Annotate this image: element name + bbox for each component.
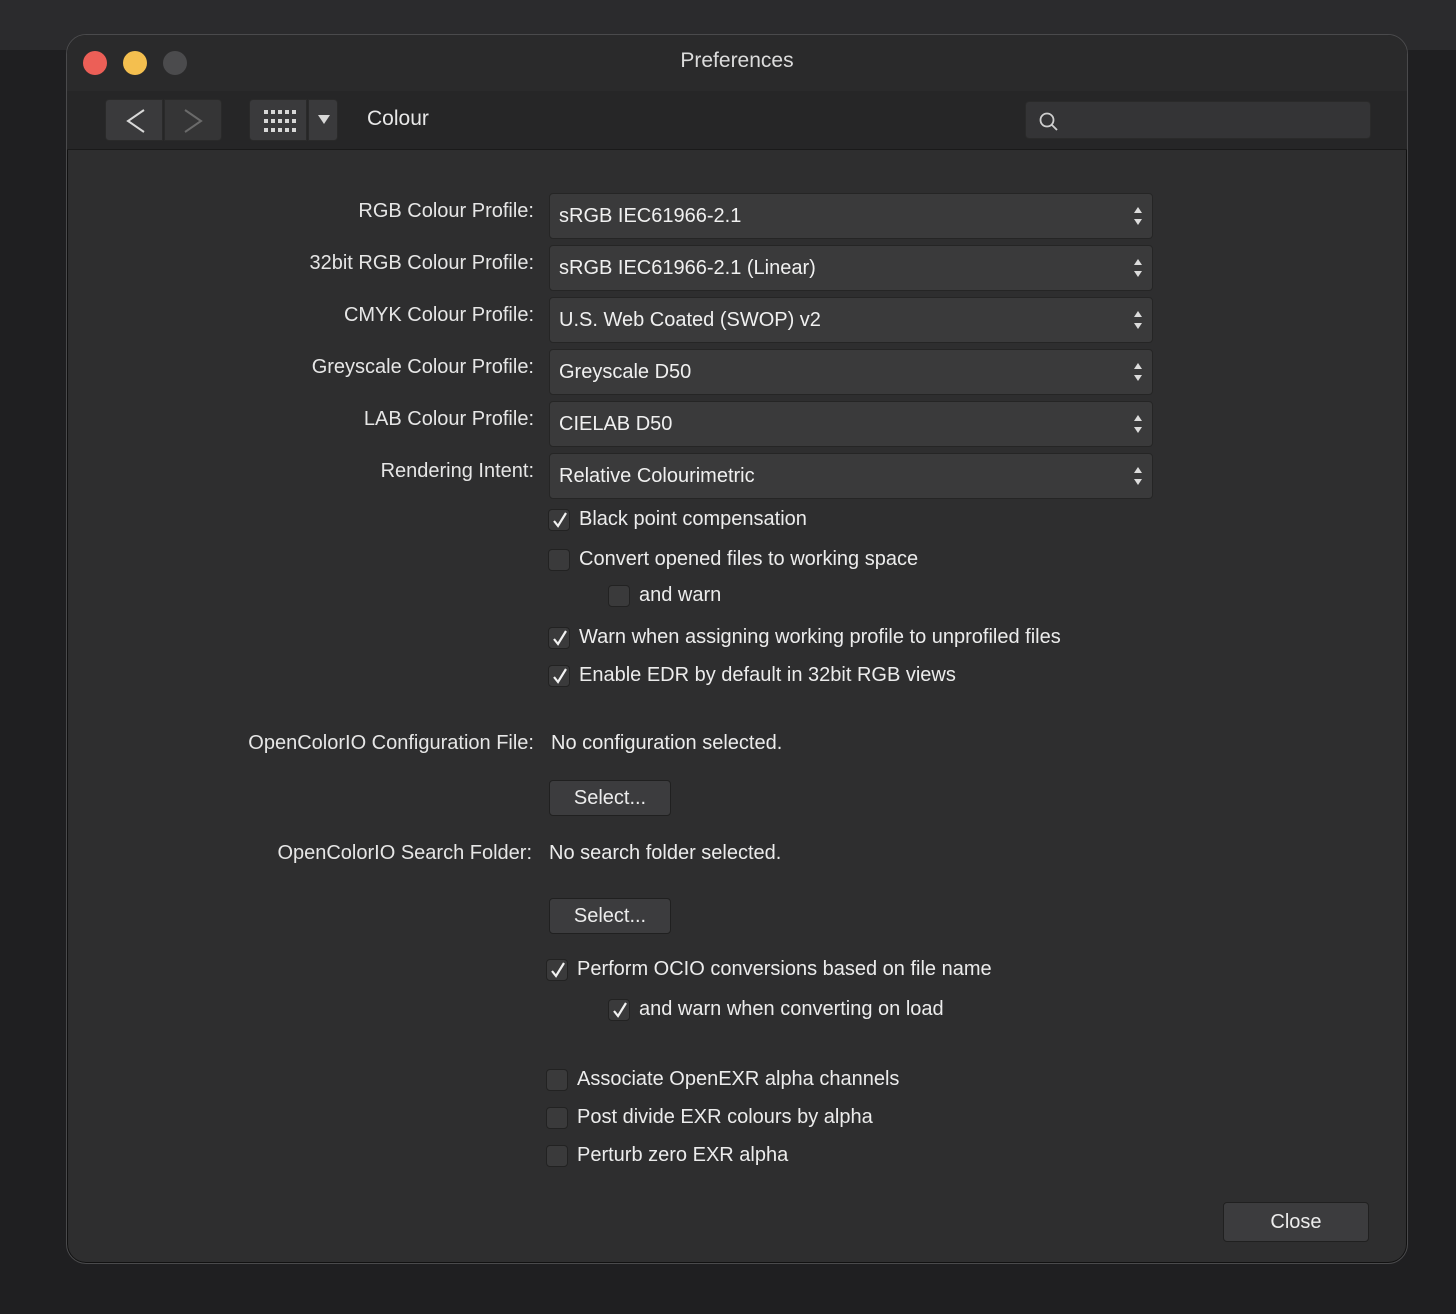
checkmark-icon — [553, 630, 567, 646]
warn-unprofiled-checkbox[interactable] — [548, 627, 570, 649]
post-divide-checkbox[interactable] — [546, 1107, 568, 1129]
show-all-button[interactable] — [249, 99, 307, 141]
stepper-arrows-icon — [1134, 467, 1142, 485]
black-point-label: Black point compensation — [579, 508, 807, 530]
stepper-arrows-icon — [1134, 207, 1142, 225]
and-warn-label: and warn — [639, 584, 722, 606]
rendering-intent-label: Rendering Intent: — [380, 460, 534, 482]
ocio-config-value: No configuration selected. — [551, 732, 783, 754]
search-input[interactable] — [1025, 101, 1371, 139]
rgb-profile-label: RGB Colour Profile: — [358, 200, 534, 222]
back-button[interactable] — [105, 99, 163, 141]
checkmark-icon — [613, 1002, 627, 1018]
forward-button[interactable] — [164, 99, 222, 141]
checkmark-icon — [553, 512, 567, 528]
perturb-alpha-label: Perturb zero EXR alpha — [577, 1144, 789, 1166]
convert-opened-label: Convert opened files to working space — [579, 548, 919, 570]
enable-edr-label: Enable EDR by default in 32bit RGB views — [579, 664, 956, 686]
warn-on-load-checkbox[interactable] — [608, 999, 630, 1021]
and-warn-checkbox[interactable] — [608, 585, 630, 607]
stepper-arrows-icon — [1134, 259, 1142, 277]
post-divide-label: Post divide EXR colours by alpha — [577, 1106, 873, 1128]
cmyk-profile-value: U.S. Web Coated (SWOP) v2 — [559, 309, 821, 331]
cmyk-profile-label: CMYK Colour Profile: — [343, 304, 534, 326]
ocio-folder-value: No search folder selected. — [549, 842, 782, 864]
stepper-arrows-icon — [1134, 311, 1142, 329]
close-button[interactable]: Close — [1223, 1202, 1369, 1242]
associate-alpha-checkbox[interactable] — [546, 1069, 568, 1091]
grid-icon — [264, 110, 296, 132]
perform-ocio-checkbox[interactable] — [546, 959, 568, 981]
warn-unprofiled-label: Warn when assigning working profile to u… — [579, 626, 1061, 648]
rgb-profile-value: sRGB IEC61966-2.1 — [559, 205, 742, 227]
perturb-alpha-checkbox[interactable] — [546, 1145, 568, 1167]
checkmark-icon — [551, 962, 565, 978]
colour-preferences-panel: RGB Colour Profile: sRGB IEC61966-2.1 32… — [67, 150, 1407, 1263]
checkmark-icon — [553, 668, 567, 684]
perform-ocio-label: Perform OCIO conversions based on file n… — [577, 958, 992, 980]
chevron-down-icon — [318, 115, 330, 124]
rendering-intent-value: Relative Colourimetric — [559, 465, 755, 487]
ocio-folder-label: OpenColorIO Search Folder: — [277, 842, 532, 864]
lab-profile-select[interactable]: CIELAB D50 — [549, 401, 1153, 447]
toolbar: Colour — [67, 91, 1407, 150]
convert-opened-checkbox[interactable] — [548, 549, 570, 571]
chevron-left-icon — [126, 109, 145, 133]
cmyk-profile-select[interactable]: U.S. Web Coated (SWOP) v2 — [549, 297, 1153, 343]
greyscale-profile-select[interactable]: Greyscale D50 — [549, 349, 1153, 395]
lab-profile-label: LAB Colour Profile: — [363, 408, 534, 430]
ocio-config-label: OpenColorIO Configuration File: — [248, 732, 534, 754]
stepper-arrows-icon — [1134, 415, 1142, 433]
black-point-checkbox[interactable] — [548, 509, 570, 531]
select-folder-button[interactable]: Select... — [549, 898, 671, 934]
enable-edr-checkbox[interactable] — [548, 665, 570, 687]
rgb32-profile-label: 32bit RGB Colour Profile: — [309, 252, 534, 274]
lab-profile-value: CIELAB D50 — [559, 413, 673, 435]
window-title: Preferences — [680, 49, 794, 72]
rendering-intent-select[interactable]: Relative Colourimetric — [549, 453, 1153, 499]
rgb32-profile-select[interactable]: sRGB IEC61966-2.1 (Linear) — [549, 245, 1153, 291]
stepper-arrows-icon — [1134, 363, 1142, 381]
associate-alpha-label: Associate OpenEXR alpha channels — [577, 1068, 900, 1090]
select-config-button[interactable]: Select... — [549, 780, 671, 816]
rgb32-profile-value: sRGB IEC61966-2.1 (Linear) — [559, 257, 816, 279]
show-all-dropdown[interactable] — [308, 99, 338, 141]
greyscale-profile-value: Greyscale D50 — [559, 361, 692, 383]
rgb-profile-select[interactable]: sRGB IEC61966-2.1 — [549, 193, 1153, 239]
breadcrumb: Colour — [367, 107, 429, 130]
title-bar: Preferences — [67, 35, 1407, 91]
search-icon — [1039, 112, 1058, 131]
preferences-window: Preferences Colour RGB Colour Profile: s… — [66, 34, 1408, 1264]
chevron-right-icon — [184, 109, 203, 133]
greyscale-profile-label: Greyscale Colour Profile: — [311, 356, 534, 378]
warn-on-load-label: and warn when converting on load — [639, 998, 944, 1020]
